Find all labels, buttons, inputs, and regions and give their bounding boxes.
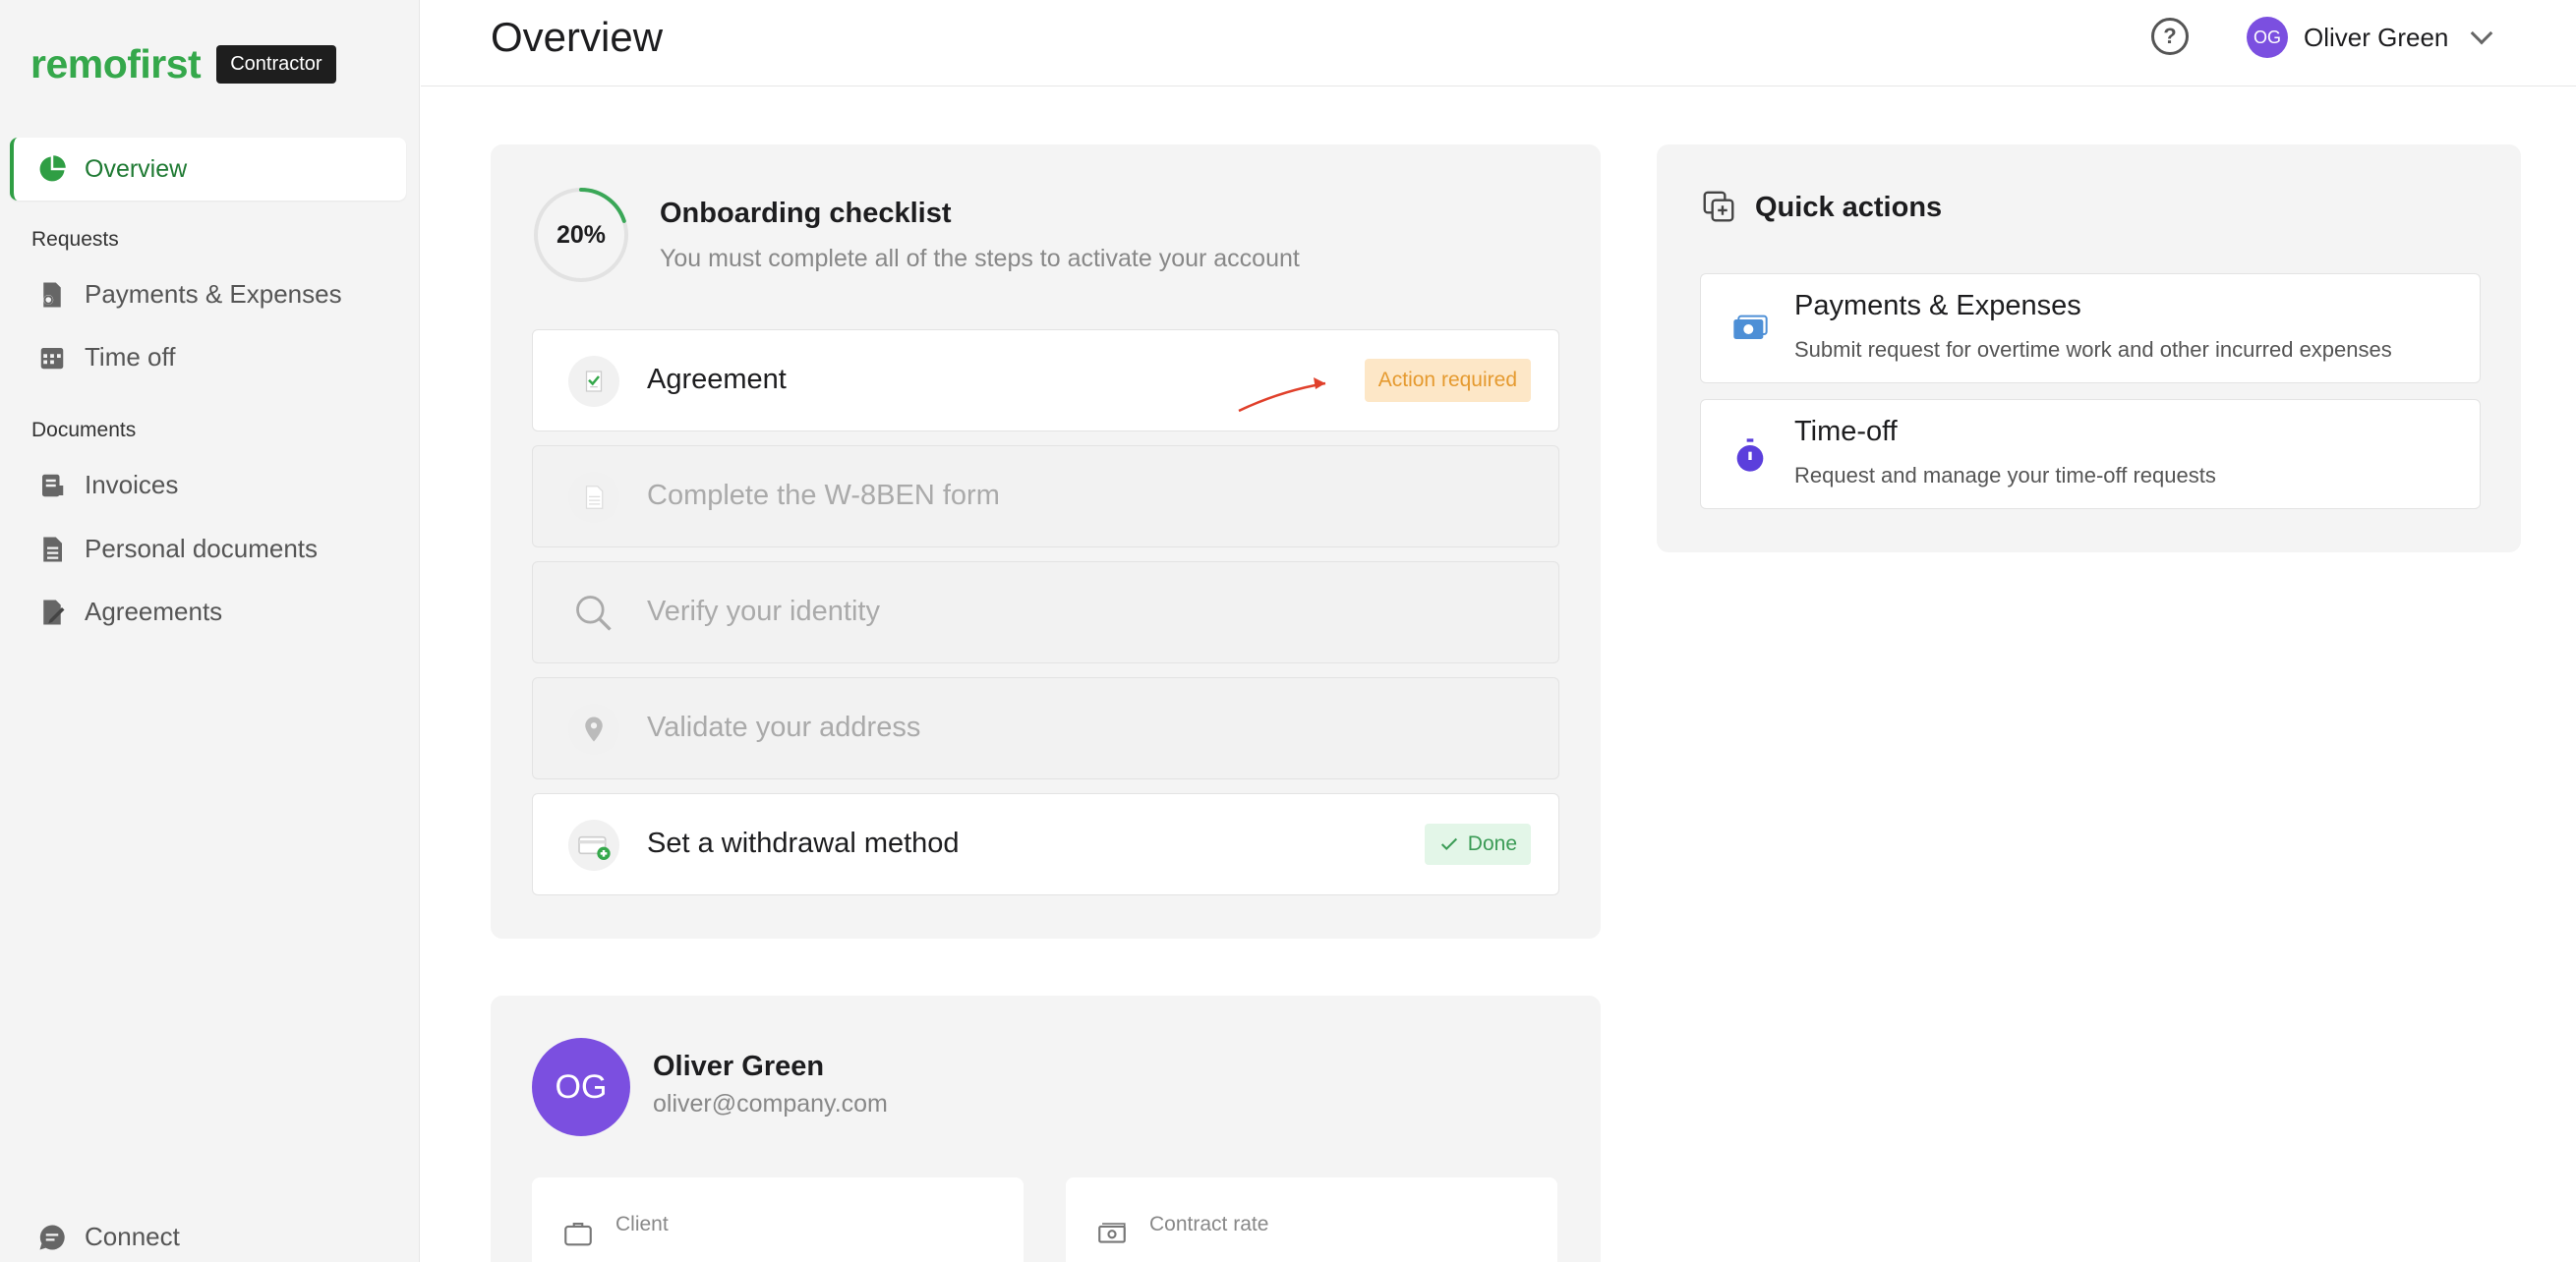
document-icon (43, 537, 62, 561)
agreement-check-icon (568, 356, 619, 407)
quick-action-desc: Submit request for overtime work and oth… (1794, 337, 2392, 362)
step-withdrawal-method[interactable]: Set a withdrawal method Done (532, 793, 1559, 895)
step-label: Verify your identity (647, 596, 880, 627)
sidebar-item-agreements[interactable]: Agreements (37, 597, 222, 627)
user-menu[interactable]: OG Oliver Green (2247, 17, 2493, 58)
step-label: Agreement (647, 364, 787, 395)
payments-icon (1733, 315, 1768, 339)
chevron-down-icon (2471, 22, 2493, 45)
card-icon (568, 820, 619, 871)
onboarding-checklist: 20% Onboarding checklist You must comple… (491, 144, 1601, 939)
sidebar-item-label: Connect (85, 1222, 180, 1251)
brand: remofirst Contractor (30, 41, 336, 87)
quick-actions: Quick actions Payments & Expenses Submit… (1657, 144, 2521, 552)
step-label: Complete the W-8BEN form (647, 480, 1000, 511)
progress-percent: 20% (556, 220, 607, 249)
stopwatch-icon (1736, 438, 1764, 472)
money-icon (1098, 1223, 1126, 1243)
sidebar: remofirst Contractor Overview Requests P… (0, 0, 420, 1262)
profile-card: OG Oliver Green oliver@company.com Clien… (491, 996, 1601, 1262)
step-label: Set a withdrawal method (647, 828, 960, 859)
agreement-icon (43, 600, 65, 624)
sidebar-item-overview[interactable]: Overview (10, 138, 406, 201)
sidebar-item-invoices[interactable]: Invoices (37, 470, 178, 500)
form-icon (568, 472, 619, 523)
quick-action-time-off[interactable]: Time-off Request and manage your time-of… (1700, 399, 2481, 509)
sidebar-item-payments[interactable]: Payments & Expenses (37, 279, 342, 310)
sidebar-item-label: Personal documents (85, 534, 319, 563)
checklist-title: Onboarding checklist (660, 198, 952, 229)
profile-name: Oliver Green (653, 1051, 825, 1082)
quick-action-title: Payments & Expenses (1794, 290, 2081, 321)
magnifier-icon (568, 588, 619, 639)
quick-action-desc: Request and manage your time-off request… (1794, 463, 2216, 488)
sidebar-item-time-off[interactable]: Time off (37, 342, 175, 373)
sidebar-item-label: Payments & Expenses (85, 279, 342, 309)
sidebar-item-personal-documents[interactable]: Personal documents (37, 534, 318, 564)
client-box: Client (532, 1177, 1024, 1262)
action-required-badge[interactable]: Action required (1364, 359, 1531, 402)
sidebar-item-label: Time off (85, 342, 176, 372)
sidebar-item-label: Invoices (85, 470, 179, 499)
user-name: Oliver Green (2304, 22, 2449, 52)
step-w8ben: Complete the W-8BEN form (532, 445, 1559, 547)
step-validate-address: Validate your address (532, 677, 1559, 779)
payment-icon (43, 282, 61, 307)
brand-logo[interactable]: remofirst (30, 41, 202, 87)
step-label: Validate your address (647, 712, 921, 743)
step-verify-identity: Verify your identity (532, 561, 1559, 663)
page-title: Overview (491, 14, 664, 60)
briefcase-icon (564, 1223, 592, 1246)
profile-email: oliver@company.com (653, 1090, 888, 1118)
avatar: OG (532, 1038, 630, 1136)
check-icon (1440, 837, 1457, 851)
sidebar-item-label: Overview (85, 154, 188, 183)
contract-rate-label: Contract rate (1149, 1213, 1269, 1235)
avatar: OG (2247, 17, 2288, 58)
help-icon[interactable]: ? (2151, 18, 2189, 55)
header: Overview ? OG Oliver Green (421, 0, 2576, 86)
contractor-badge: Contractor (216, 45, 336, 84)
step-agreement[interactable]: Agreement Action required (532, 329, 1559, 431)
pie-chart-icon (39, 155, 66, 182)
section-requests: Requests (31, 228, 119, 251)
section-documents: Documents (31, 419, 137, 441)
sidebar-item-connect[interactable]: Connect (37, 1222, 180, 1252)
location-pin-icon (568, 704, 619, 755)
calendar-icon (40, 347, 64, 369)
quick-actions-title: Quick actions (1755, 192, 1943, 223)
chat-icon (39, 1224, 65, 1249)
invoice-icon (42, 474, 64, 496)
done-label: Done (1467, 832, 1517, 855)
quick-action-payments[interactable]: Payments & Expenses Submit request for o… (1700, 273, 2481, 383)
contract-rate-box: Contract rate (1066, 1177, 1557, 1262)
add-copy-icon (1703, 191, 1734, 222)
checklist-subtitle: You must complete all of the steps to ac… (660, 245, 1300, 272)
client-label: Client (615, 1213, 669, 1235)
quick-action-title: Time-off (1794, 416, 1898, 447)
sidebar-item-label: Agreements (85, 597, 223, 626)
done-badge: Done (1424, 824, 1531, 865)
arrow-annotation (1238, 377, 1326, 413)
